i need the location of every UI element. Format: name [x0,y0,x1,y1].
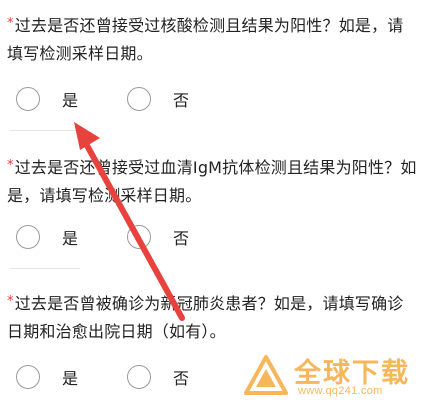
radio-button[interactable] [127,225,151,249]
question-2-text: *过去是否还曾接受过血清IgM抗体检测且结果为阳性？如是，请填写检测采样日期。 [7,155,419,209]
survey-page: *过去是否还曾接受过核酸检测且结果为阳性？如是，请填写检测采样日期。 是 否 *… [0,0,426,405]
arrow-head [74,122,100,150]
question-1-text: *过去是否还曾接受过核酸检测且结果为阳性？如是，请填写检测采样日期。 [7,13,419,67]
watermark-url: www.qq241.com [298,385,383,397]
option-divider [10,130,80,131]
watermark: 全球下载 www.qq241.com [244,349,420,401]
radio-button[interactable] [127,365,151,389]
option-label: 是 [62,229,79,248]
radio-button[interactable] [16,225,40,249]
question-1-option-no[interactable]: 否 [127,84,189,114]
radio-button[interactable] [16,365,40,389]
option-label: 是 [62,91,79,110]
option-label: 否 [173,229,190,248]
option-label: 是 [62,369,79,388]
option-label: 否 [173,369,190,388]
required-mark: * [7,294,14,309]
question-3-option-yes[interactable]: 是 [16,362,78,392]
question-3-option-no[interactable]: 否 [127,362,189,392]
option-label: 否 [173,91,190,110]
radio-button[interactable] [16,87,40,111]
question-2-option-no[interactable]: 否 [127,222,189,252]
question-3-label: 过去是否曾被确诊为新冠肺炎患者？如是，请填写确诊日期和治愈出院日期（如有）。 [7,294,404,341]
question-2-label: 过去是否还曾接受过血清IgM抗体检测且结果为阳性？如是，请填写检测采样日期。 [7,158,417,205]
required-mark: * [7,158,14,173]
question-2-option-yes[interactable]: 是 [16,222,78,252]
question-1-label: 过去是否还曾接受过核酸检测且结果为阳性？如是，请填写检测采样日期。 [7,16,404,63]
watermark-logo-icon [244,355,288,395]
required-mark: * [7,16,14,31]
question-3-text: *过去是否曾被确诊为新冠肺炎患者？如是，请填写确诊日期和治愈出院日期（如有）。 [7,291,419,345]
option-divider [10,268,80,269]
radio-button[interactable] [127,87,151,111]
question-1-option-yes[interactable]: 是 [16,84,78,114]
